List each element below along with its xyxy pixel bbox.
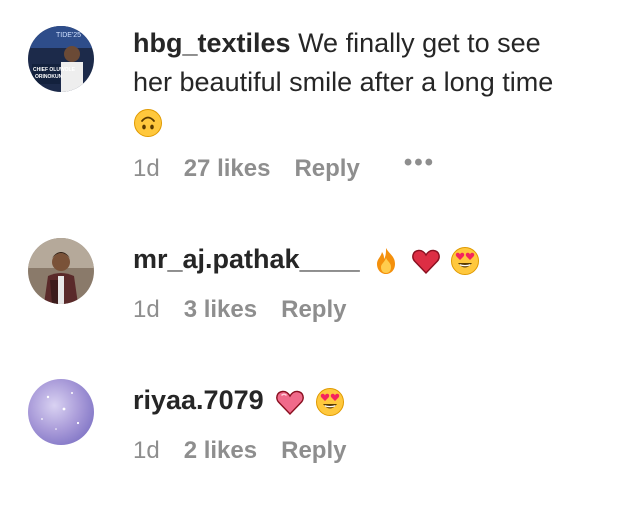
avatar-banner-text: TIDE'25 [56, 32, 81, 39]
reply-button[interactable]: Reply [281, 437, 346, 465]
avatar[interactable] [28, 238, 94, 304]
reply-button[interactable]: Reply [294, 155, 359, 183]
avatar[interactable]: TIDE'25 CHIEF OLUWOLE ORINOKUN [28, 26, 94, 92]
comment-message-line1: We finally get to see [298, 28, 541, 58]
comment-username[interactable]: riyaa.7079 [133, 385, 264, 415]
more-options-icon[interactable]: ••• [404, 151, 435, 175]
avatar-caption-line1: CHIEF OLUWOLE [33, 67, 76, 73]
heart-eyes-icon [450, 246, 480, 276]
comment-text: hbg_textiles We finally get to see her b… [133, 24, 612, 141]
comment-username[interactable]: hbg_textiles [133, 28, 291, 58]
comment-text: riyaa.7079 [133, 381, 612, 420]
avatar[interactable] [28, 379, 94, 445]
comment-time: 1d [133, 296, 160, 323]
comment-message-line2: her beautiful smile after a long time [133, 67, 554, 97]
comment-time: 1d [133, 437, 160, 464]
comment-likes[interactable]: 27 likes [184, 155, 271, 183]
pink-heart-icon [275, 387, 305, 417]
comment-username[interactable]: mr_aj.pathak____ [133, 244, 360, 274]
reply-button[interactable]: Reply [281, 296, 346, 324]
comment-text: mr_aj.pathak____ [133, 240, 612, 279]
upside-down-face-icon [133, 108, 163, 138]
red-heart-icon [411, 246, 441, 276]
fire-icon [371, 246, 401, 276]
comment-likes[interactable]: 3 likes [184, 296, 257, 324]
avatar-caption-line2: ORINOKUN [35, 74, 63, 80]
comment-likes[interactable]: 2 likes [184, 437, 257, 465]
heart-eyes-icon [315, 387, 345, 417]
comment-time: 1d [133, 155, 160, 182]
